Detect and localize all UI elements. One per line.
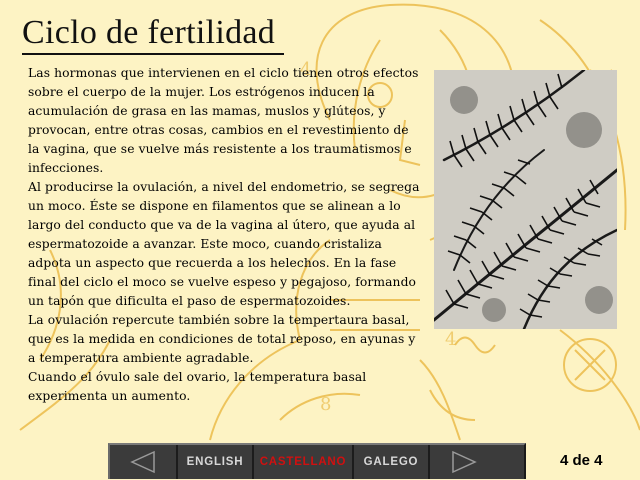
right-triangle-icon bbox=[452, 450, 477, 474]
title-underline bbox=[22, 53, 284, 55]
next-button[interactable] bbox=[430, 445, 498, 479]
body-text: Las hormonas que intervienen en el ciclo… bbox=[28, 64, 423, 406]
paragraph-2: Al producirse la ovulación, a nivel del … bbox=[28, 180, 420, 308]
svg-text:4: 4 bbox=[445, 329, 456, 350]
language-navbar: ENGLISH CASTELLANO GALEGO bbox=[108, 443, 526, 479]
language-english-button[interactable]: ENGLISH bbox=[178, 445, 254, 479]
previous-button[interactable] bbox=[110, 445, 178, 479]
left-triangle-icon bbox=[130, 450, 155, 474]
page-title: Ciclo de fertilidad bbox=[22, 14, 276, 51]
fern-crystallization-photo bbox=[434, 70, 617, 329]
paragraph-3: La ovulación repercute también sobre la … bbox=[28, 313, 416, 365]
paragraph-4: Cuando el óvulo sale del ovario, la temp… bbox=[28, 370, 367, 403]
page-indicator: 4 de 4 bbox=[560, 452, 603, 469]
language-galego-button[interactable]: GALEGO bbox=[354, 445, 430, 479]
language-castellano-button[interactable]: CASTELLANO bbox=[254, 445, 354, 479]
paragraph-1: Las hormonas que intervienen en el ciclo… bbox=[28, 66, 419, 175]
